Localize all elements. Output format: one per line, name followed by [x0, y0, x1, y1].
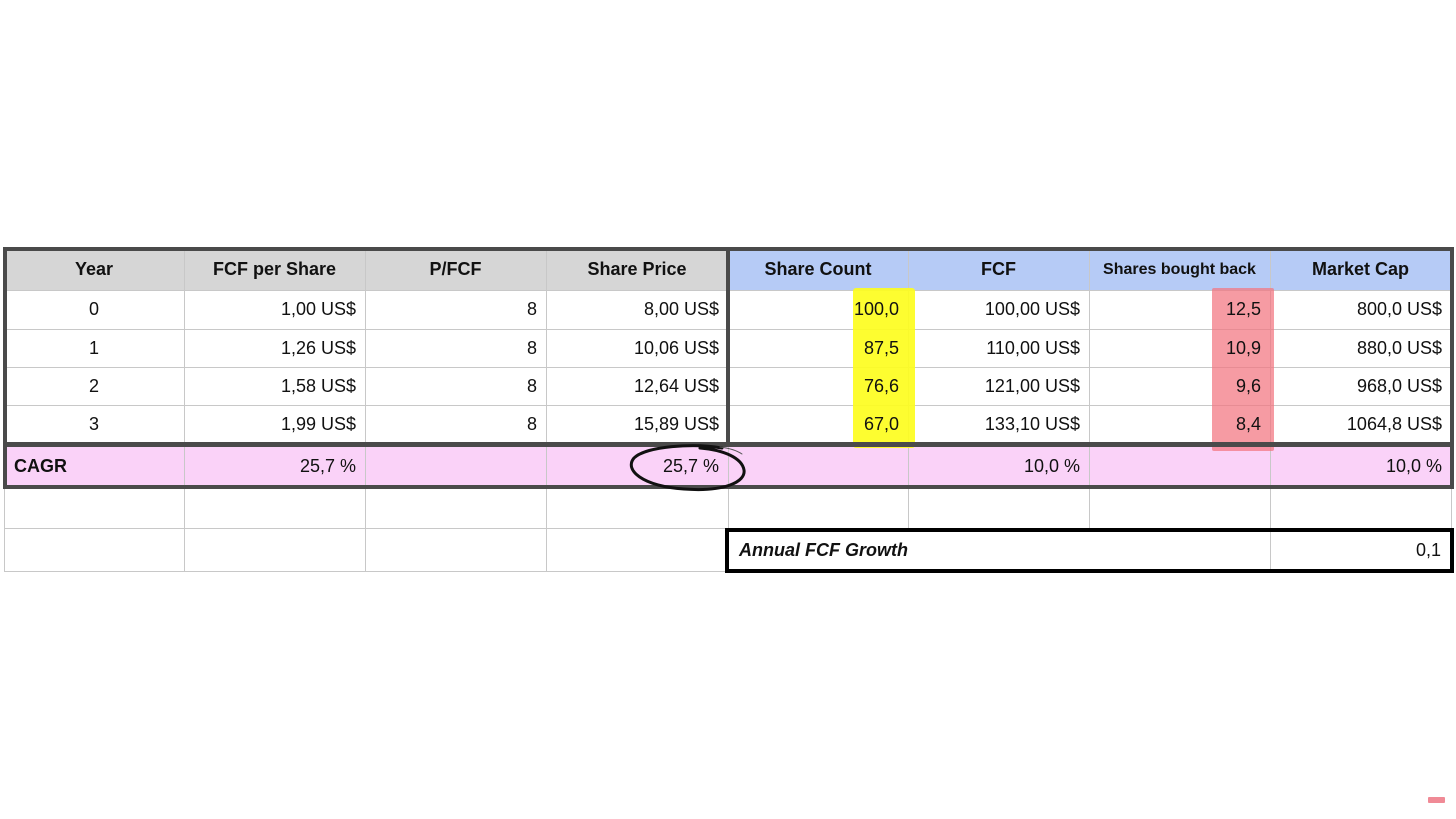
- ellipse-annotation: [629, 444, 746, 492]
- spreadsheet-canvas: Year FCF per Share P/FCF Share Price Sha…: [0, 0, 1456, 819]
- corner-badge-icon: [1428, 797, 1445, 803]
